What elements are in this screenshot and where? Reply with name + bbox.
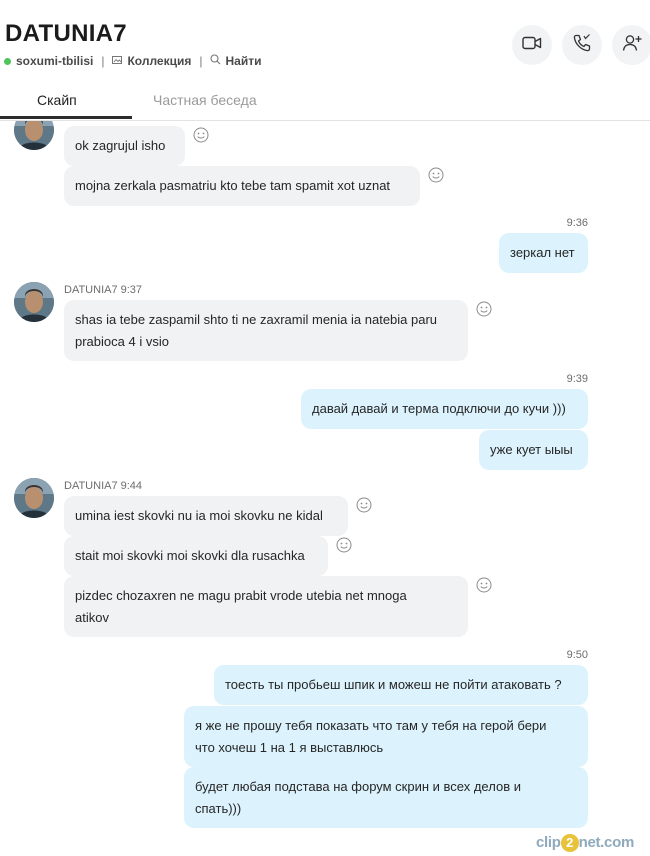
react-emoji-icon[interactable] — [193, 127, 209, 143]
search-link[interactable]: Найти — [225, 54, 261, 68]
conversation-tabs: Скайп Частная беседа — [0, 86, 650, 121]
message-bubble[interactable]: shas ia tebe zaspamil shto ti ne zaxrami… — [64, 300, 468, 361]
message-text: umina iest skovki nu ia moi skovku ne ki… — [75, 508, 323, 523]
message-text: тоесть ты пробьеш шпик и можеш не пойти … — [225, 677, 562, 692]
message-bubble[interactable]: тоесть ты пробьеш шпик и можеш не пойти … — [214, 665, 588, 705]
sender-name-time: DATUNIA7 9:44 — [64, 480, 143, 492]
sender-name-time: DATUNIA7 9:37 — [64, 284, 143, 296]
message-bubble[interactable]: ok zagrujul isho — [64, 126, 185, 166]
video-call-button[interactable] — [512, 25, 552, 65]
video-camera-icon — [522, 36, 542, 55]
react-emoji-icon[interactable] — [356, 497, 372, 513]
message-text: я же не прошу тебя показать что там у те… — [195, 718, 547, 733]
react-emoji-icon[interactable] — [428, 167, 444, 183]
avatar[interactable] — [14, 478, 54, 518]
react-emoji-icon[interactable] — [476, 577, 492, 593]
message-time: 9:36 — [566, 217, 588, 229]
add-person-icon — [622, 34, 642, 57]
online-status-icon — [4, 57, 11, 65]
tab-skype[interactable]: Скайп — [37, 92, 77, 108]
avatar[interactable] — [14, 282, 54, 322]
gallery-icon — [112, 55, 123, 68]
message-text: что хочеш 1 на 1 я выставлюсь — [195, 740, 384, 755]
audio-call-button[interactable] — [562, 25, 602, 65]
message-text: давай давай и терма подключи до кучи ))) — [312, 401, 566, 416]
message-bubble[interactable]: будет любая подстава на форум скрин и вс… — [184, 767, 588, 828]
message-bubble[interactable]: я же не прошу тебя показать что там у те… — [184, 706, 588, 767]
message-bubble[interactable]: pizdec chozaxren ne magu prabit vrode ut… — [64, 576, 468, 637]
tab-private-chat[interactable]: Частная беседа — [153, 92, 257, 108]
message-bubble[interactable]: stait moi skovki moi skovki dla rusachka — [64, 536, 328, 576]
message-list[interactable]: ok zagrujul isho mojna zerkala pasmatriu… — [0, 120, 650, 856]
contact-subline: soxumi-tbilisi | Коллекция | Найти — [4, 54, 261, 68]
message-text: mojna zerkala pasmatriu kto tebe tam spa… — [75, 178, 391, 193]
message-bubble[interactable]: зеркал нет — [499, 233, 588, 273]
phone-icon — [572, 33, 592, 58]
contact-name[interactable]: DATUNIA7 — [5, 20, 127, 48]
watermark-text: clip — [535, 834, 561, 851]
message-text: уже кует ыыы — [490, 442, 573, 457]
watermark-logo: 2 — [560, 834, 579, 852]
message-text: pizdec chozaxren ne magu prabit vrode ut… — [75, 588, 407, 603]
message-bubble[interactable]: давай давай и терма подключи до кучи ))) — [301, 389, 588, 429]
message-text: stait moi skovki moi skovki dla rusachka — [75, 548, 305, 563]
add-people-button[interactable] — [612, 25, 650, 65]
watermark-text: net.com — [578, 834, 635, 851]
message-time: 9:50 — [566, 649, 588, 661]
message-text: shas ia tebe zaspamil shto ti ne zaxrami… — [75, 312, 438, 327]
message-bubble[interactable]: umina iest skovki nu ia moi skovku ne ki… — [64, 496, 348, 536]
watermark: clip 2 net.com — [536, 834, 634, 852]
message-text: atikov — [75, 610, 109, 625]
message-text: будет любая подстава на форум скрин и вс… — [195, 779, 521, 794]
message-bubble[interactable]: mojna zerkala pasmatriu kto tebe tam spa… — [64, 166, 420, 206]
react-emoji-icon[interactable] — [476, 301, 492, 317]
search-icon — [210, 54, 221, 68]
message-text: ok zagrujul isho — [75, 138, 166, 153]
message-text: prabioca 4 i vsio — [75, 334, 169, 349]
message-text: зеркал нет — [510, 245, 575, 260]
message-bubble[interactable]: уже кует ыыы — [479, 430, 588, 470]
divider: | — [199, 54, 203, 68]
active-tab-indicator — [0, 116, 132, 119]
collection-link[interactable]: Коллекция — [127, 54, 191, 68]
message-time: 9:39 — [566, 373, 588, 385]
divider: | — [101, 54, 105, 68]
chat-header: DATUNIA7 soxumi-tbilisi | Коллекция | На… — [0, 0, 650, 121]
contact-status[interactable]: soxumi-tbilisi — [16, 54, 93, 68]
message-text: спать))) — [195, 801, 242, 816]
avatar[interactable] — [14, 120, 54, 150]
react-emoji-icon[interactable] — [336, 537, 352, 553]
